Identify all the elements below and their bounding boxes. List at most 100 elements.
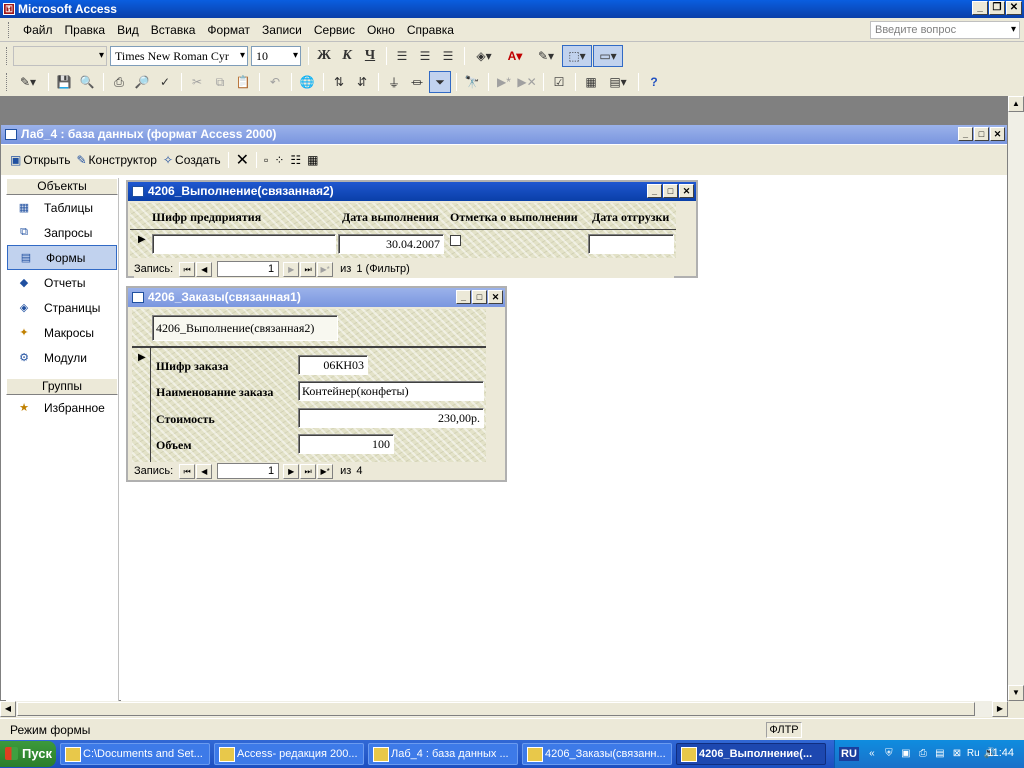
menu-insert[interactable]: Вставка	[145, 23, 202, 37]
cut-icon[interactable]: ✂	[186, 71, 208, 93]
create-button[interactable]: ✧ Создать	[160, 153, 224, 167]
print-icon[interactable]: ⎙	[108, 71, 130, 93]
large-icons-icon[interactable]: ▫	[261, 153, 271, 167]
filter-by-form-icon[interactable]: ⏛	[406, 71, 428, 93]
new-record-nav-icon[interactable]: ▶*	[317, 463, 334, 479]
filter-by-selection-icon[interactable]: ⏚	[383, 71, 405, 93]
search-file-icon[interactable]: 🔍	[76, 71, 98, 93]
restore-button[interactable]: ❐	[989, 1, 1005, 15]
bold-button[interactable]: Ж	[313, 45, 335, 67]
next-record-icon[interactable]: ▶	[283, 463, 300, 479]
object-tables[interactable]: ▦ Таблицы	[6, 195, 118, 220]
delete-record-icon[interactable]: ▶✕	[516, 71, 538, 93]
form-minimize-button[interactable]: _	[647, 184, 662, 198]
undo-icon[interactable]: ↶	[264, 71, 286, 93]
design-button[interactable]: ✎ Конструктор	[73, 153, 159, 167]
object-forms[interactable]: ▤ Формы	[7, 245, 117, 270]
clock[interactable]: 11:44	[987, 747, 1014, 759]
first-record-icon[interactable]: ⏮	[179, 463, 196, 479]
db-maximize-button[interactable]: □	[974, 127, 989, 141]
form-close-button[interactable]: ✕	[488, 290, 503, 304]
object-queries[interactable]: ⧉ Запросы	[6, 220, 118, 245]
align-right-icon[interactable]: ☰	[437, 45, 459, 67]
record-selector-icon[interactable]: ▶	[138, 352, 148, 363]
start-button[interactable]: Пуск	[0, 741, 56, 767]
apply-filter-icon[interactable]: ⏷	[429, 71, 451, 93]
db-close-button[interactable]: ✕	[990, 127, 1005, 141]
db-minimize-button[interactable]: _	[958, 127, 973, 141]
line-width-icon[interactable]: ⬚▾	[562, 45, 592, 67]
special-effect-icon[interactable]: ▭▾	[593, 45, 623, 67]
find-icon[interactable]: 🔭	[461, 71, 483, 93]
object-pages[interactable]: ◈ Страницы	[6, 295, 118, 320]
sort-descending-icon[interactable]: ⇵	[351, 71, 373, 93]
prev-record-icon[interactable]: ◀	[196, 463, 213, 479]
close-button[interactable]: ✕	[1006, 1, 1022, 15]
object-combo[interactable]	[13, 46, 107, 66]
safely-remove-icon[interactable]: ⊠	[950, 747, 964, 761]
menu-view[interactable]: Вид	[111, 23, 145, 37]
group-favorites[interactable]: ★ Избранное	[6, 395, 118, 420]
database-window-icon[interactable]: ▦	[580, 71, 602, 93]
record-selector-icon[interactable]: ▶	[138, 234, 148, 245]
font-combo[interactable]: Times New Roman Cyr	[110, 46, 248, 66]
company-code-field[interactable]	[152, 234, 336, 254]
task-execution-form[interactable]: 4206_Выполнение(...	[676, 743, 826, 765]
network-icon[interactable]: ▣	[899, 747, 913, 761]
tray-language-icon[interactable]: Ru	[967, 747, 980, 761]
menu-tools[interactable]: Сервис	[308, 23, 361, 37]
display-icon[interactable]: ▤	[933, 747, 947, 761]
minimize-button[interactable]: _	[972, 1, 988, 15]
form-maximize-button[interactable]: □	[663, 184, 678, 198]
done-checkbox[interactable]	[450, 235, 461, 246]
language-indicator[interactable]: RU	[839, 747, 859, 761]
toolbar-grip[interactable]	[8, 21, 11, 38]
task-word[interactable]: Access- редакция 200...	[214, 743, 364, 765]
prev-record-icon[interactable]: ◀	[196, 261, 213, 277]
record-number-input[interactable]: 1	[217, 463, 280, 479]
properties-icon[interactable]: ☑	[548, 71, 570, 93]
first-record-icon[interactable]: ⏮	[179, 261, 196, 277]
scroll-left-icon[interactable]: ◀	[0, 701, 16, 717]
italic-button[interactable]: К	[336, 45, 358, 67]
new-record-icon[interactable]: ▶*	[493, 71, 515, 93]
scroll-thumb[interactable]	[17, 702, 975, 716]
database-window-title-bar[interactable]: Лаб_4 : база данных (формат Access 2000)…	[1, 125, 1007, 144]
object-modules[interactable]: ⚙ Модули	[6, 345, 118, 370]
menu-help[interactable]: Справка	[401, 23, 460, 37]
copy-icon[interactable]: ⧉	[209, 71, 231, 93]
paste-icon[interactable]: 📋	[232, 71, 254, 93]
form-close-button[interactable]: ✕	[679, 184, 694, 198]
ask-question-box[interactable]: Введите вопрос	[870, 21, 1020, 39]
task-database[interactable]: Лаб_4 : база данных ...	[368, 743, 518, 765]
horizontal-scrollbar[interactable]: ◀ ▶	[0, 701, 1008, 717]
delete-button[interactable]: ✕	[233, 150, 252, 170]
object-macros[interactable]: ✦ Макросы	[6, 320, 118, 345]
vertical-scrollbar[interactable]: ▲ ▼	[1008, 96, 1024, 701]
form-execution-title-bar[interactable]: 4206_Выполнение(связанная2) _ □ ✕	[128, 182, 696, 201]
font-color-icon[interactable]: A▾	[500, 45, 530, 67]
new-record-nav-icon[interactable]: ▶*	[317, 261, 334, 277]
shield-icon[interactable]: ⛨	[882, 747, 896, 761]
form-minimize-button[interactable]: _	[456, 290, 471, 304]
open-button[interactable]: ▣ Открыть	[7, 153, 73, 167]
details-icon[interactable]: ▦	[304, 153, 321, 167]
line-color-icon[interactable]: ✎▾	[531, 45, 561, 67]
sort-ascending-icon[interactable]: ⇅	[328, 71, 350, 93]
help-icon[interactable]: ?	[643, 71, 665, 93]
volume-field[interactable]: 100	[298, 434, 394, 454]
printer-icon[interactable]: ⎙	[916, 747, 930, 761]
cost-field[interactable]: 230,00р.	[298, 408, 484, 428]
view-icon[interactable]: ✎▾	[13, 71, 43, 93]
form-orders-title-bar[interactable]: 4206_Заказы(связанная1) _ □ ✕	[128, 288, 505, 307]
save-icon[interactable]: 💾	[53, 71, 75, 93]
list-icon[interactable]: ☷	[287, 153, 304, 167]
menu-file[interactable]: Файл	[17, 23, 59, 37]
order-code-field[interactable]: 06КН03	[298, 355, 368, 375]
hyperlink-icon[interactable]: 🌐	[296, 71, 318, 93]
tray-expand-icon[interactable]: «	[865, 747, 879, 761]
underline-button[interactable]: Ч	[359, 45, 381, 67]
toolbar-grip[interactable]	[6, 73, 9, 91]
align-center-icon[interactable]: ☰	[414, 45, 436, 67]
fill-color-icon[interactable]: ◈▾	[469, 45, 499, 67]
